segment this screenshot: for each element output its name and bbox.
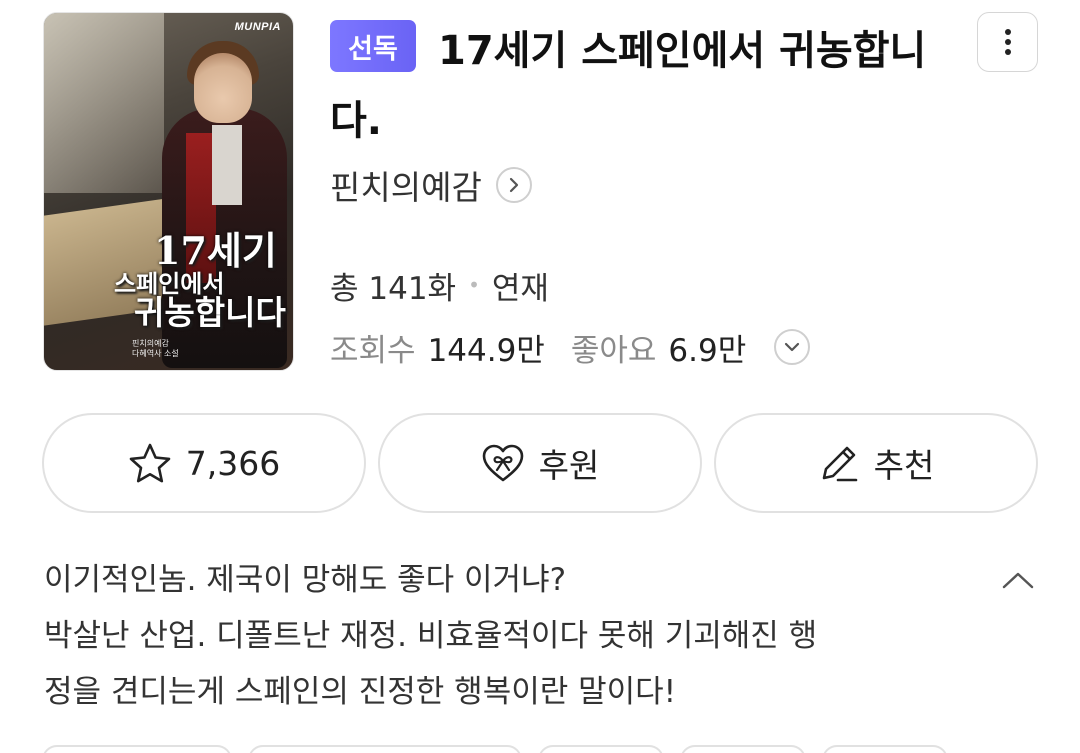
cover-figure-face <box>194 53 252 123</box>
views-label: 조회수 <box>330 332 416 369</box>
recommend-label: 추천 <box>873 446 935 485</box>
tag-chip[interactable] <box>822 745 948 753</box>
synopsis-line-1: 이기적인놈. 제국이 망해도 좋다 이거냐? <box>44 562 567 598</box>
book-cover[interactable]: MUNPIA 17세기 스페인에서 귀농합니다 핀치의예감 다혜역사 소설 <box>43 12 294 371</box>
chevron-down-icon <box>785 342 800 352</box>
likes-label: 좋아요 <box>570 332 657 369</box>
synopsis-line-2: 박살난 산업. 디폴트난 재정. 비효율적이다 못해 기괴해진 행 <box>44 618 818 654</box>
pencil-icon <box>822 446 857 482</box>
likes-value: 6.9만 <box>668 332 747 369</box>
tag-chip[interactable] <box>42 745 232 753</box>
heart-gift-icon <box>482 444 523 482</box>
author-chevron-button[interactable] <box>495 167 532 203</box>
tag-chip[interactable] <box>248 745 522 753</box>
chevron-right-icon <box>509 177 518 193</box>
synopsis: 이기적인놈. 제국이 망해도 좋다 이거냐? 박살난 산업. 디폴트난 재정. … <box>44 552 974 720</box>
author-link[interactable]: 핀치의예감 <box>330 160 532 210</box>
favorite-button[interactable]: 7,366 <box>42 413 366 513</box>
support-label: 후원 <box>538 446 600 485</box>
cover-title-line-3: 귀농합니다 <box>134 293 286 333</box>
episode-info: 총 141화 • 연재 <box>330 262 549 308</box>
more-vertical-icon <box>1004 29 1011 55</box>
stats-expand-button[interactable] <box>774 329 811 365</box>
cover-author-credit: 핀치의예감 다혜역사 소설 <box>132 339 179 359</box>
support-button[interactable]: 후원 <box>378 413 702 513</box>
tag-chips <box>42 745 948 753</box>
cover-author-line-2: 다혜역사 소설 <box>132 349 179 358</box>
synopsis-collapse-button[interactable] <box>996 560 1040 600</box>
favorite-count: 7,366 <box>185 443 281 483</box>
star-icon <box>129 443 171 483</box>
cover-figure-shirt <box>212 125 242 205</box>
author-name: 핀치의예감 <box>330 168 482 207</box>
episode-count: 총 141화 <box>330 270 457 307</box>
more-options-button[interactable] <box>977 12 1038 72</box>
cover-publisher-logo: MUNPIA <box>234 21 281 33</box>
chevron-up-icon <box>1002 572 1034 589</box>
cover-window-art <box>44 13 164 193</box>
tag-chip[interactable] <box>680 745 806 753</box>
cover-author-line-1: 핀치의예감 <box>132 339 169 348</box>
cover-title-art: 17세기 스페인에서 귀농합니다 <box>114 228 293 333</box>
stats-row: 조회수 144.9만 좋아요 6.9만 <box>330 324 811 370</box>
serial-status: 연재 <box>491 270 549 307</box>
synopsis-line-3: 정을 견디는게 스페인의 진정한 행복이란 말이다! <box>44 674 677 710</box>
action-buttons: 7,366 후원 추천 <box>42 413 1038 513</box>
views-value: 144.9만 <box>427 332 545 369</box>
tag-chip[interactable] <box>538 745 664 753</box>
page-title: 17세기 스페인에서 귀농합니다. <box>330 28 927 144</box>
recommend-button[interactable]: 추천 <box>714 413 1038 513</box>
separator-dot: • <box>468 273 480 297</box>
cover-title-line-1: 17세기 <box>154 228 277 273</box>
